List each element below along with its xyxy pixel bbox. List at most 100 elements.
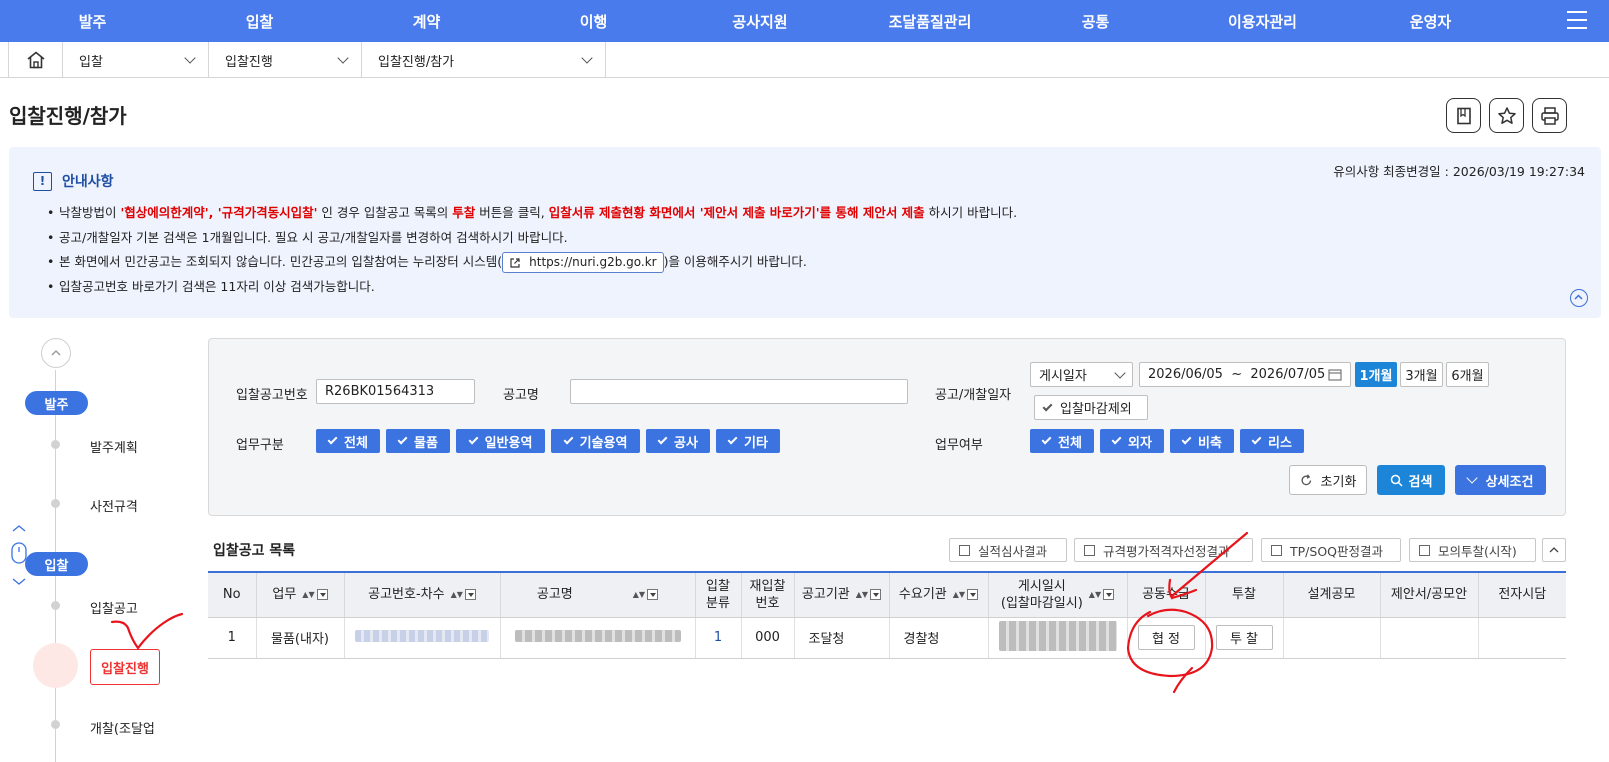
biz-tech-service-checkbox[interactable]: 기술용역	[551, 429, 640, 453]
col-header-rebid: 재입찰 번호	[741, 571, 795, 618]
nav-item-contract[interactable]: 계약	[384, 11, 469, 32]
cell-joint: 협 정	[1127, 617, 1206, 659]
col-header-post-date[interactable]: 게시일시 (입찰마감일시)▲▼	[988, 571, 1128, 618]
col-header-joint: 공동수급	[1127, 571, 1206, 618]
flag-stockpile-checkbox[interactable]: 비축	[1170, 429, 1234, 453]
joint-agreement-button[interactable]: 협 정	[1137, 625, 1195, 650]
nav-item-performance[interactable]: 이행	[551, 11, 636, 32]
sort-icon: ▲▼	[952, 590, 966, 600]
sidebar-item-opening[interactable]: 개찰(조달업	[90, 718, 155, 737]
exclamation-icon: !	[33, 171, 52, 191]
favorite-button[interactable]	[1489, 98, 1524, 133]
col-header-bid-no[interactable]: 공고번호-차수 ▲▼	[344, 571, 501, 618]
performance-review-button[interactable]: 실적심사결과	[949, 538, 1067, 562]
nav-item-common[interactable]: 공통	[1053, 11, 1138, 32]
col-header-edeal: 전자시담	[1478, 571, 1566, 618]
breadcrumb-level3[interactable]: 입찰진행/참가	[362, 42, 606, 78]
check-icon	[397, 434, 408, 445]
redacted-text	[998, 620, 1117, 651]
nav-item-bid[interactable]: 입찰	[217, 11, 302, 32]
nav-item-operator[interactable]: 운영자	[1388, 11, 1473, 32]
flag-foreign-checkbox[interactable]: 외자	[1100, 429, 1164, 453]
collapse-list-button[interactable]	[1542, 538, 1566, 562]
sidebar-item-bid-notice[interactable]: 입찰공고	[90, 598, 138, 617]
col-header-demand[interactable]: 수요기관 ▲▼	[889, 571, 989, 618]
date-type-select[interactable]: 게시일자	[1030, 362, 1133, 387]
hamburger-menu-icon[interactable]	[1567, 11, 1587, 29]
submit-bid-button[interactable]: 투 찰	[1215, 625, 1273, 650]
biz-goods-checkbox[interactable]: 물품	[386, 429, 450, 453]
cell-name-redacted[interactable]	[500, 617, 696, 659]
nav-item-quality[interactable]: 조달품질관리	[870, 11, 990, 32]
check-icon	[1111, 434, 1122, 445]
breadcrumb-level1[interactable]: 입찰	[63, 42, 209, 78]
nav-item-users[interactable]: 이용자관리	[1210, 11, 1315, 32]
reset-button[interactable]: 초기화	[1289, 465, 1367, 495]
business-type-label: 업무구분	[236, 438, 284, 453]
biz-service-checkbox[interactable]: 일반용역	[456, 429, 545, 453]
stage-pill-bid[interactable]: 입찰	[25, 552, 88, 576]
notice-name-input[interactable]	[570, 379, 908, 404]
col-header-name[interactable]: 공고명 ▲▼	[500, 571, 696, 618]
printer-icon	[1540, 106, 1559, 125]
manual-book-button[interactable]	[1446, 98, 1481, 133]
notice-panel: ! 안내사항 유의사항 최종변경일 : 2026/03/19 19:27:34 …	[9, 147, 1601, 318]
stage-pill-order[interactable]: 발주	[25, 391, 88, 415]
scroll-up-button[interactable]	[41, 338, 71, 368]
date-range-input[interactable]: 2026/06/05 ~ 2026/07/05	[1139, 362, 1351, 387]
sidebar-item-order-plan[interactable]: 발주계획	[90, 437, 138, 456]
notice-updated-date: 유의사항 최종변경일 : 2026/03/19 19:27:34	[1333, 164, 1585, 179]
table-header-row: No 업무 ▲▼ 공고번호-차수 ▲▼ 공고명 ▲▼ 입찰 분류 재입찰 번호 공고기…	[208, 571, 1566, 618]
sidebar-item-pre-spec[interactable]: 사전규격	[90, 496, 138, 515]
chevron-up-icon	[1549, 547, 1559, 553]
col-header-org[interactable]: 공고기관 ▲▼	[794, 571, 890, 618]
cell-rebid: 000	[741, 617, 795, 659]
search-button[interactable]: 검색	[1377, 465, 1445, 495]
search-icon	[1390, 474, 1403, 487]
check-icon	[1181, 434, 1192, 445]
breadcrumb-level2[interactable]: 입찰진행	[209, 42, 362, 78]
chevron-down-icon	[1465, 472, 1478, 484]
tp-soq-result-button[interactable]: TP/SOQ판정결과	[1261, 538, 1401, 562]
mock-bid-button[interactable]: 모의투찰(시작)	[1409, 538, 1536, 562]
exclude-closed-checkbox[interactable]: 입찰마감제외	[1034, 395, 1148, 420]
refresh-icon	[1301, 473, 1311, 485]
notice-item: 공고/개찰일자 기본 검색은 1개월입니다. 필요 시 공고/개찰일자를 변경하…	[47, 226, 1017, 251]
sort-icon: ▲▼	[302, 590, 315, 600]
col-header-bid: 투찰	[1205, 571, 1284, 618]
notice-item: 낙찰방법이 '협상에의한계약', '규격가격동시입찰' 인 경우 입찰공고 목록…	[47, 201, 1017, 226]
calendar-icon	[1328, 369, 1342, 381]
biz-all-checkbox[interactable]: 전체	[316, 429, 380, 453]
print-button[interactable]	[1532, 98, 1567, 133]
collapse-up-icon[interactable]	[1570, 289, 1588, 307]
period-3month-button[interactable]: 3개월	[1400, 362, 1443, 387]
list-title: 입찰공고 목록	[213, 543, 296, 559]
flag-all-checkbox[interactable]: 전체	[1030, 429, 1094, 453]
detail-condition-button[interactable]: 상세조건	[1455, 465, 1546, 495]
sidebar-item-bid-progress[interactable]: 입찰진행	[90, 649, 160, 685]
filter-icon	[464, 589, 476, 601]
nav-item-order[interactable]: 발주	[50, 11, 135, 32]
cell-bid-no-redacted[interactable]	[344, 617, 501, 659]
col-header-biz[interactable]: 업무 ▲▼	[256, 571, 345, 618]
period-6month-button[interactable]: 6개월	[1446, 362, 1489, 387]
mouse-scroll-icon	[8, 525, 30, 585]
process-sidebar: 발주 발주계획 사전규격 입찰 입찰공고 입찰진행 개찰(조달업	[0, 330, 200, 762]
external-link-icon	[1084, 544, 1095, 556]
home-icon[interactable]	[8, 42, 63, 78]
biz-construction-checkbox[interactable]: 공사	[646, 429, 710, 453]
nuri-link[interactable]: https://nuri.g2b.go.kr	[502, 252, 664, 273]
external-link-icon	[1419, 544, 1430, 556]
biz-etc-checkbox[interactable]: 기타	[716, 429, 780, 453]
period-1month-button[interactable]: 1개월	[1355, 362, 1397, 387]
cell-bid-class[interactable]: 1	[695, 617, 742, 659]
cell-org: 조달청	[794, 617, 890, 659]
col-header-proposal: 제안서/공모안	[1380, 571, 1479, 618]
flag-lease-checkbox[interactable]: 리스	[1240, 429, 1304, 453]
nav-item-construction[interactable]: 공사지원	[710, 11, 810, 32]
chevron-down-icon	[337, 52, 349, 64]
timeline-dot	[51, 720, 60, 729]
spec-evaluation-button[interactable]: 규격평가적격자선정결과	[1074, 538, 1253, 562]
bid-number-input[interactable]: R26BK01564313	[316, 379, 475, 404]
cell-design	[1283, 617, 1381, 659]
